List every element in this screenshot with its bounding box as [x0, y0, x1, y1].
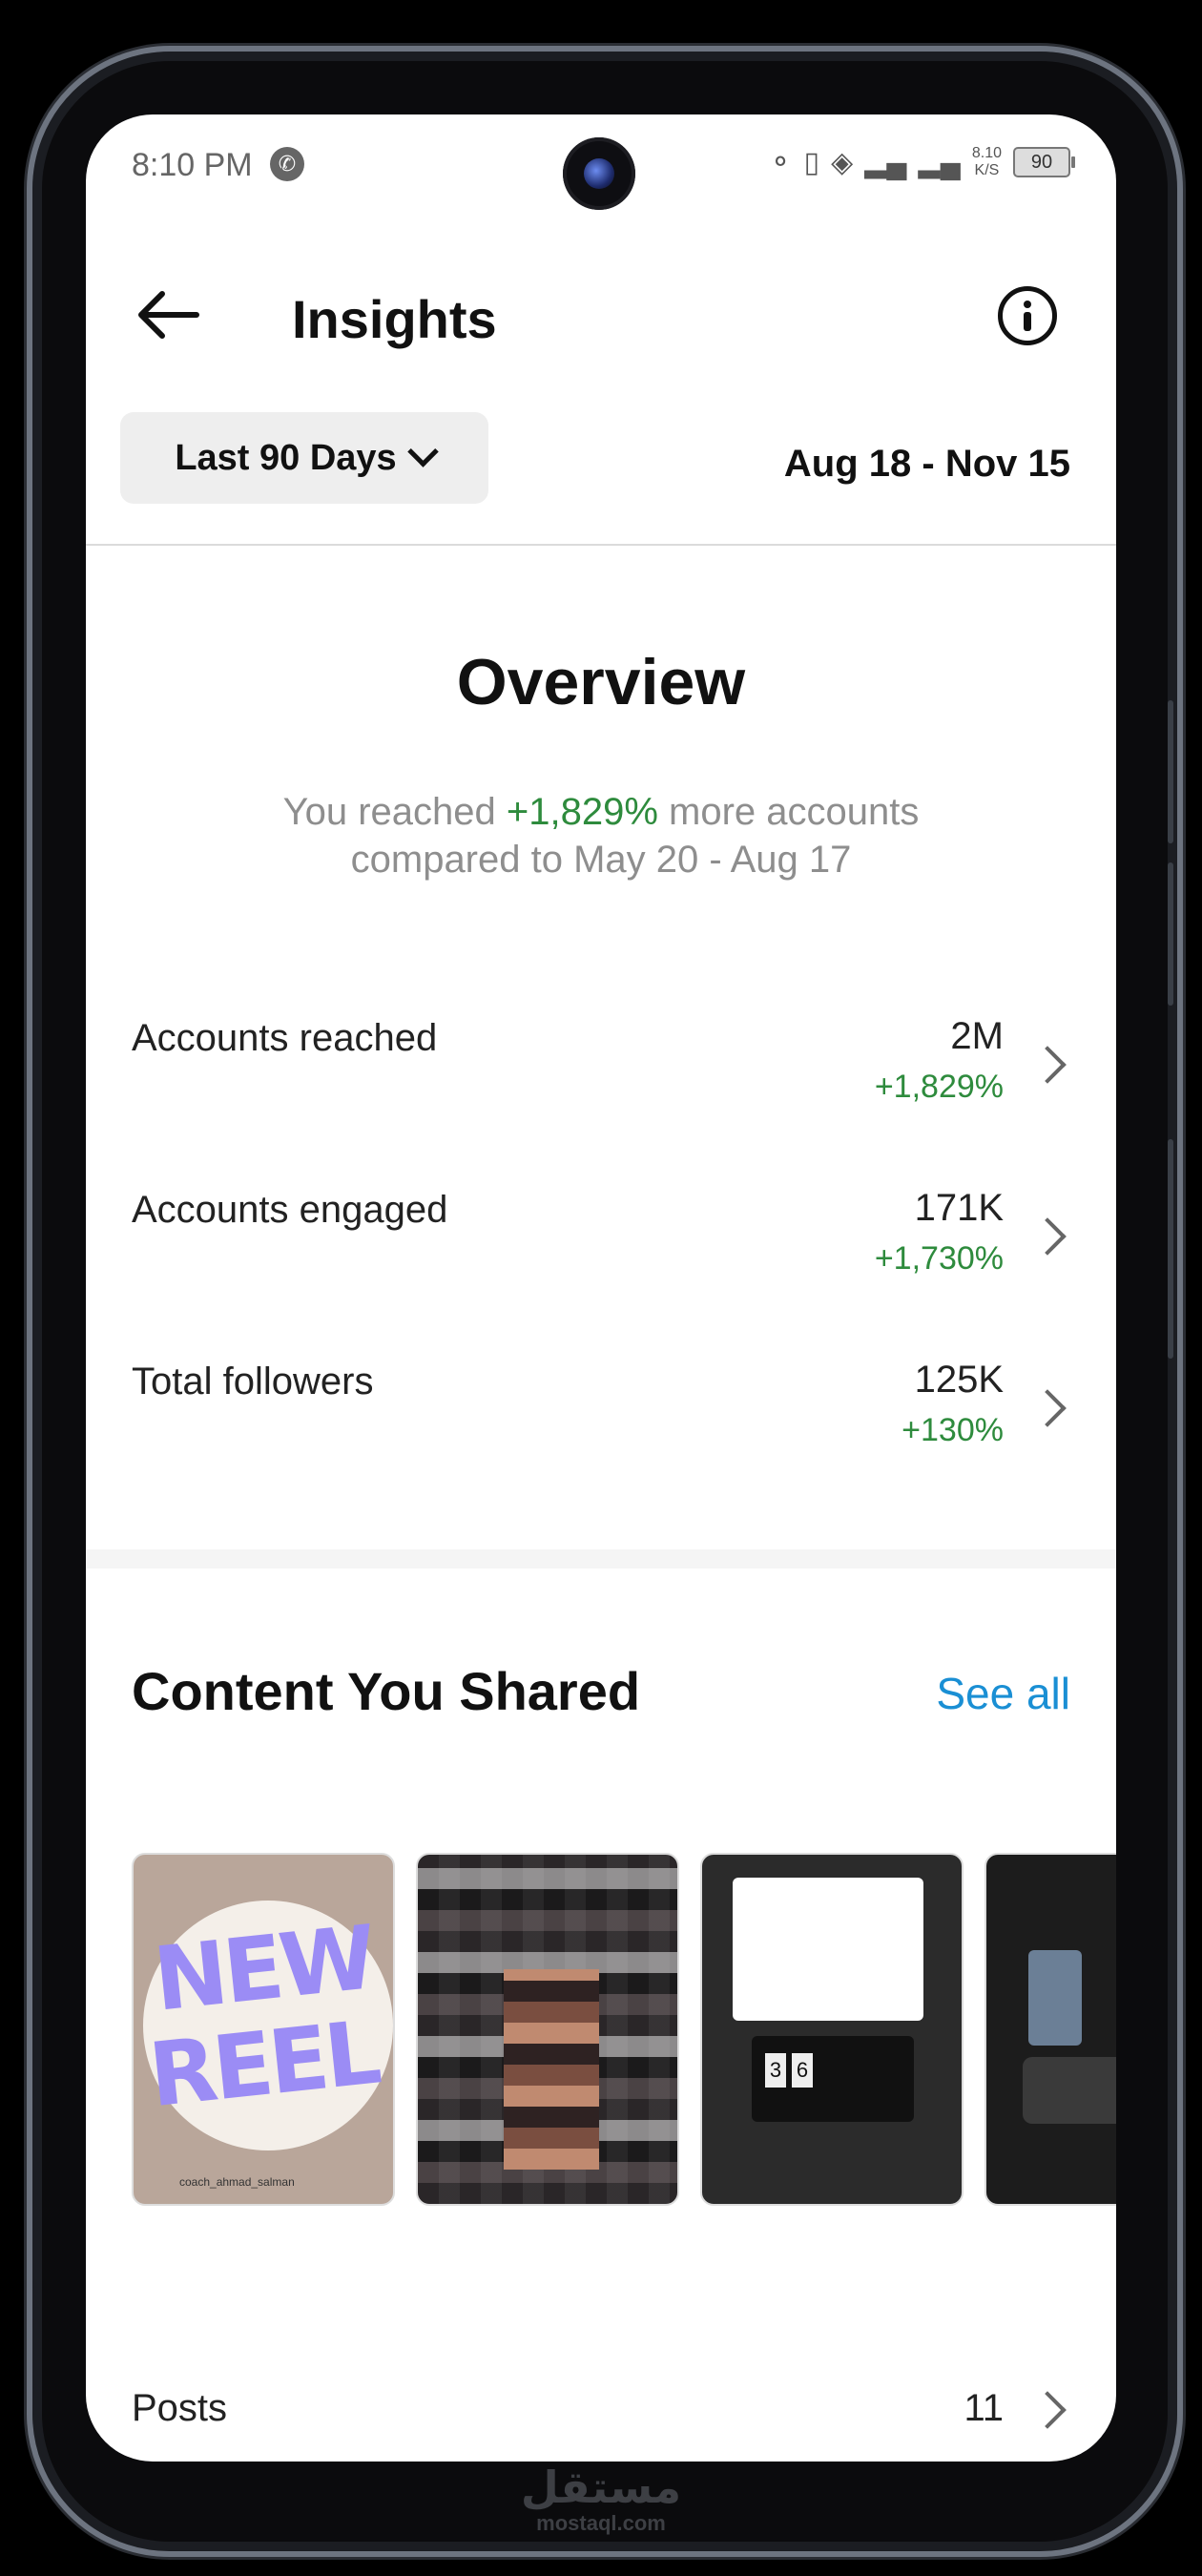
chevron-down-icon: [406, 435, 439, 467]
call-icon: ✆: [270, 147, 304, 181]
thumbnail-message: [1023, 2057, 1116, 2124]
metric-label: Total followers: [132, 1361, 374, 1402]
posts-count: 11: [964, 2387, 1004, 2429]
summary-comparison: compared to May 20 - Aug 17: [350, 839, 852, 881]
thumbnail-handle: coach_ahmad_salman: [179, 2175, 295, 2189]
battery-icon: 90: [1013, 147, 1075, 177]
chevron-right-icon: [1028, 1217, 1067, 1256]
volume-down-button: [1168, 862, 1173, 1006]
wifi-icon: ◈: [831, 146, 854, 178]
metric-change: +1,730%: [874, 1240, 1004, 1277]
content-carousel[interactable]: NEW REEL coach_ahmad_salman 3 6: [132, 1853, 1116, 2208]
content-thumbnail[interactable]: [416, 1853, 679, 2206]
timer-digits: 3 6: [765, 2053, 813, 2088]
chevron-right-icon: [1028, 1046, 1067, 1084]
back-arrow-icon[interactable]: [134, 286, 200, 343]
metric-value: 171K: [914, 1187, 1004, 1229]
signal-icon-2: ▂▄: [918, 146, 961, 178]
summary-suffix: more accounts: [657, 791, 920, 833]
see-all-link[interactable]: See all: [936, 1668, 1070, 1719]
app-header: Insights: [86, 258, 1116, 372]
net-speed-unit: K/S: [974, 162, 1000, 178]
metric-row-accounts-engaged[interactable]: Accounts engaged 171K +1,730%: [86, 1174, 1116, 1326]
chevron-right-icon: [1028, 2391, 1067, 2429]
date-range-text: Aug 18 - Nov 15: [783, 443, 1070, 485]
watermark-arabic: مستقل: [520, 2462, 682, 2513]
metric-label: Accounts reached: [132, 1017, 438, 1059]
volume-up-button: [1168, 700, 1173, 843]
screen: 8:10 PM ✆ ⚬ ▯ ◈ ▂▄ ▂▄ 8.10 K/S 90 Insigh…: [86, 114, 1116, 2462]
overview-summary: You reached +1,829% more accounts compar…: [86, 788, 1116, 883]
timer-digit: 3: [765, 2053, 786, 2088]
metric-value: 2M: [950, 1015, 1004, 1057]
content-thumbnail[interactable]: 3 6: [700, 1853, 964, 2206]
overview-title: Overview: [456, 646, 746, 718]
divider: [86, 544, 1116, 546]
power-button: [1168, 1139, 1173, 1359]
timer-digit: 6: [792, 2053, 813, 2088]
messenger-icon: ⚬: [768, 146, 793, 178]
status-icons: ⚬ ▯ ◈ ▂▄ ▂▄ 8.10 K/S 90: [768, 145, 1075, 179]
signal-icon: ▂▄: [864, 146, 907, 178]
page-title: Insights: [292, 289, 497, 349]
watermark-latin: mostaql.com: [536, 2511, 666, 2535]
metric-label: Accounts engaged: [132, 1189, 448, 1231]
info-icon[interactable]: [998, 286, 1057, 345]
status-time: 8:10 PM: [132, 147, 253, 183]
pixelated-image: [504, 1969, 599, 2170]
date-range-label: Last 90 Days: [175, 437, 397, 478]
date-range-dropdown[interactable]: Last 90 Days: [120, 412, 488, 504]
content-thumbnail[interactable]: NEW REEL coach_ahmad_salman: [132, 1853, 395, 2206]
watermark: مستقل mostaql.com: [0, 2463, 1202, 2536]
thumbnail-card: [733, 1878, 923, 2021]
network-speed: 8.10 K/S: [972, 145, 1002, 179]
front-camera: [563, 137, 635, 210]
summary-prefix: You reached: [282, 791, 507, 833]
posts-label: Posts: [132, 2387, 228, 2429]
content-section-title: Content You Shared: [132, 1661, 641, 1721]
thumbnail-photo: [1028, 1950, 1082, 2046]
metric-value: 125K: [914, 1359, 1004, 1401]
chevron-right-icon: [1028, 1389, 1067, 1427]
metric-row-total-followers[interactable]: Total followers 125K +130%: [86, 1345, 1116, 1498]
posts-row[interactable]: Posts 11: [86, 2387, 1116, 2462]
metric-change: +130%: [902, 1412, 1004, 1448]
content-thumbnail[interactable]: [984, 1853, 1116, 2206]
status-bar: 8:10 PM ✆ ⚬ ▯ ◈ ▂▄ ▂▄ 8.10 K/S 90: [86, 114, 1116, 219]
vibrate-icon: ▯: [803, 146, 820, 178]
metric-change: +1,829%: [874, 1069, 1004, 1105]
section-separator: [86, 1549, 1116, 1568]
metric-row-accounts-reached[interactable]: Accounts reached 2M +1,829%: [86, 1002, 1116, 1154]
net-speed-value: 8.10: [971, 145, 1002, 161]
summary-change: +1,829%: [506, 791, 658, 833]
